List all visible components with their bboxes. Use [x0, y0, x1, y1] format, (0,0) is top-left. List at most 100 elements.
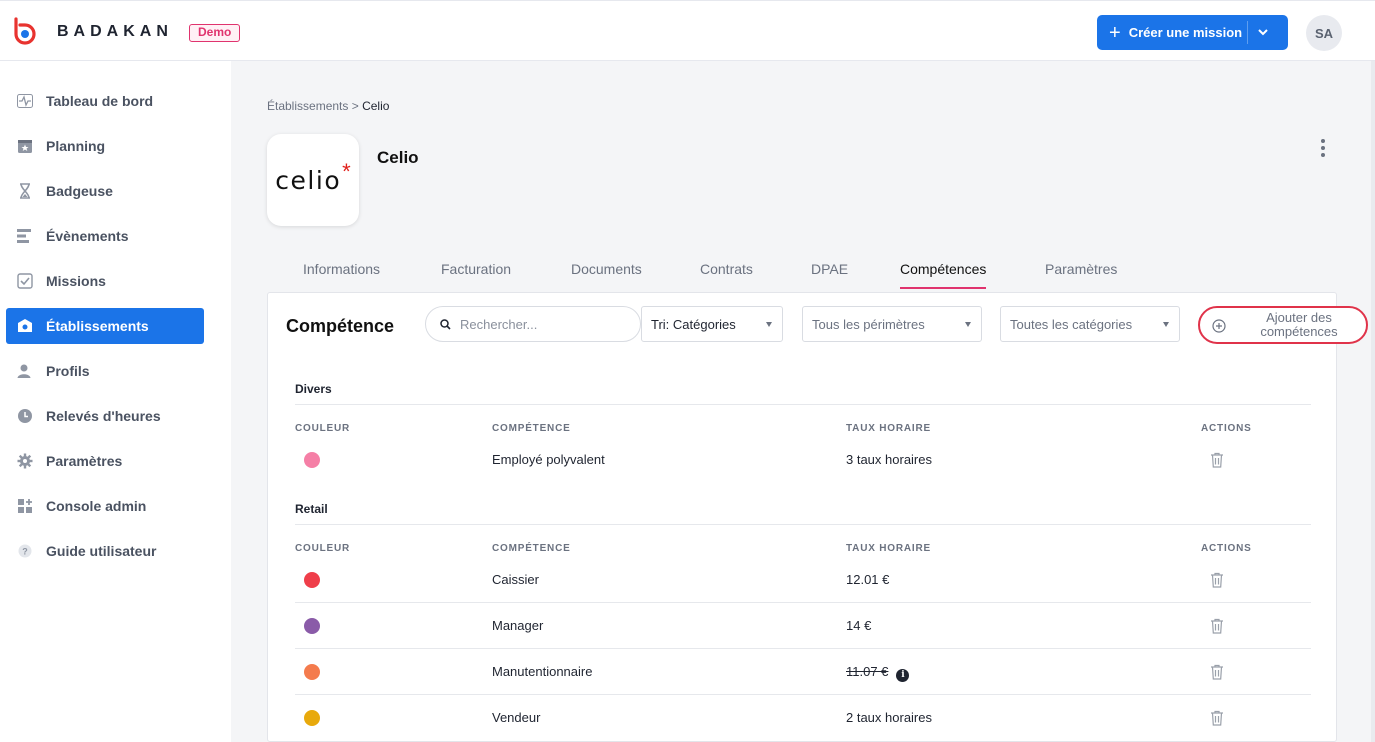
column-header-rate: TAUX HORAIRE	[846, 543, 931, 554]
sidebar-item-missions[interactable]: Missions	[6, 263, 204, 299]
sidebar-item-tableau-de-bord[interactable]: Tableau de bord	[6, 83, 204, 119]
tab-facturation[interactable]: Facturation	[441, 256, 511, 289]
sort-select-value: Tri: Catégories	[651, 316, 736, 332]
trash-icon[interactable]	[1210, 664, 1224, 680]
perimeter-select[interactable]: Tous les périmètres	[802, 306, 982, 342]
hourly-rate[interactable]: 12.01 €	[846, 572, 889, 587]
sidebar-item-guide-utilisateur[interactable]: ? Guide utilisateur	[6, 533, 204, 569]
trash-icon[interactable]	[1210, 618, 1224, 634]
logo-star: *	[342, 159, 351, 184]
color-swatch	[304, 664, 320, 680]
category-select[interactable]: Toutes les catégories	[1000, 306, 1180, 342]
sidebar-item-planning[interactable]: Planning	[6, 128, 204, 164]
hourglass-icon	[16, 182, 34, 200]
breadcrumb-separator: >	[351, 99, 359, 113]
divider	[295, 404, 1311, 405]
group-title-divers: Divers	[295, 382, 332, 396]
caret-down-icon	[766, 322, 772, 327]
sidebar-item-badgeuse[interactable]: Badgeuse	[6, 173, 204, 209]
tab-parametres[interactable]: Paramètres	[1045, 256, 1117, 289]
clock-icon	[16, 407, 34, 425]
user-avatar[interactable]: SA	[1306, 15, 1342, 51]
events-list-icon	[16, 227, 34, 245]
sidebar-item-label: Paramètres	[46, 453, 123, 469]
main-content: Établissements > Celio celio * Celio Info…	[231, 61, 1371, 742]
more-options-icon[interactable]	[1316, 139, 1330, 157]
top-bar: BADAKAN Demo + Créer une mission SA	[0, 0, 1375, 61]
sidebar-item-label: Planning	[46, 138, 106, 154]
breadcrumb: Établissements > Celio	[267, 99, 389, 113]
trash-icon[interactable]	[1210, 572, 1224, 588]
sidebar-item-label: Tableau de bord	[46, 93, 154, 109]
tab-contrats[interactable]: Contrats	[700, 256, 753, 289]
plus-icon: +	[1109, 21, 1121, 44]
establishment-name: Celio	[377, 148, 419, 167]
demo-badge: Demo	[189, 24, 241, 42]
sidebar-item-label: Relevés d'heures	[46, 408, 161, 424]
sidebar-item-evenements[interactable]: Évènements	[6, 218, 204, 254]
skill-name: Manutentionnaire	[492, 664, 593, 679]
column-header-rate: TAUX HORAIRE	[846, 423, 931, 434]
category-select-value: Toutes les catégories	[1010, 316, 1133, 332]
sidebar-item-console-admin[interactable]: Console admin	[6, 488, 204, 524]
column-header-color: COULEUR	[295, 423, 351, 434]
sidebar: Tableau de bord Planning Badgeuse Évènem…	[0, 61, 231, 742]
sidebar-item-releves-heures[interactable]: Relevés d'heures	[6, 398, 204, 434]
tab-informations[interactable]: Informations	[303, 256, 380, 289]
establishment-logo: celio *	[267, 134, 359, 226]
info-icon[interactable]: i	[896, 668, 910, 682]
sidebar-item-profils[interactable]: Profils	[6, 353, 204, 389]
chevron-down-icon[interactable]	[1257, 26, 1269, 38]
search-icon	[440, 318, 451, 330]
button-divider	[1247, 21, 1248, 44]
badakan-logo-icon	[14, 17, 36, 45]
sidebar-item-label: Évènements	[46, 228, 129, 244]
column-header-actions: ACTIONS	[1201, 543, 1252, 554]
trash-icon[interactable]	[1210, 710, 1224, 726]
column-header-skill: COMPÉTENCE	[492, 423, 571, 434]
hourly-rate[interactable]: 3 taux horaires	[846, 452, 932, 467]
hourly-rate[interactable]: 14 €	[846, 618, 871, 633]
divider	[295, 694, 1311, 695]
search-input[interactable]: Rechercher...	[425, 306, 641, 342]
hourly-rate[interactable]: 11.07 €	[846, 664, 888, 679]
divider	[295, 648, 1311, 649]
caret-down-icon	[1163, 322, 1169, 327]
scrollbar[interactable]	[1371, 61, 1375, 742]
skill-name: Employé polyvalent	[492, 452, 605, 467]
tab-competences[interactable]: Compétences	[900, 256, 987, 289]
checklist-icon	[16, 272, 34, 290]
brand-name: BADAKAN	[57, 23, 173, 40]
hourly-rate[interactable]: 2 taux horaires	[846, 710, 932, 725]
add-competences-button[interactable]: Ajouter des compétences	[1198, 306, 1368, 344]
create-mission-label: Créer une mission	[1128, 25, 1243, 40]
building-icon	[16, 317, 34, 335]
pulse-icon	[16, 92, 34, 110]
column-header-skill: COMPÉTENCE	[492, 543, 571, 554]
divider	[295, 524, 1311, 525]
color-swatch	[304, 618, 320, 634]
logo-text: celio	[275, 165, 342, 195]
sidebar-item-parametres[interactable]: Paramètres	[6, 443, 204, 479]
plus-circle-icon	[1212, 319, 1226, 333]
gear-icon	[16, 452, 34, 470]
grid-plus-icon	[16, 497, 34, 515]
sidebar-item-etablissements[interactable]: Établissements	[6, 308, 204, 344]
tab-dpae[interactable]: DPAE	[811, 256, 848, 289]
sidebar-item-label: Établissements	[46, 318, 149, 334]
divider	[295, 602, 1311, 603]
caret-down-icon	[965, 322, 971, 327]
help-icon: ?	[16, 542, 34, 560]
group-title-retail: Retail	[295, 502, 328, 516]
color-swatch	[304, 572, 320, 588]
tab-documents[interactable]: Documents	[571, 256, 642, 289]
column-header-actions: ACTIONS	[1201, 423, 1252, 434]
sort-select[interactable]: Tri: Catégories	[641, 306, 783, 342]
sidebar-item-label: Console admin	[46, 498, 147, 514]
column-header-color: COULEUR	[295, 543, 351, 554]
create-mission-button[interactable]: + Créer une mission	[1097, 15, 1288, 50]
trash-icon[interactable]	[1210, 452, 1224, 468]
breadcrumb-parent-link[interactable]: Établissements	[267, 99, 348, 113]
sidebar-item-label: Guide utilisateur	[46, 543, 157, 559]
search-placeholder: Rechercher...	[460, 316, 538, 332]
